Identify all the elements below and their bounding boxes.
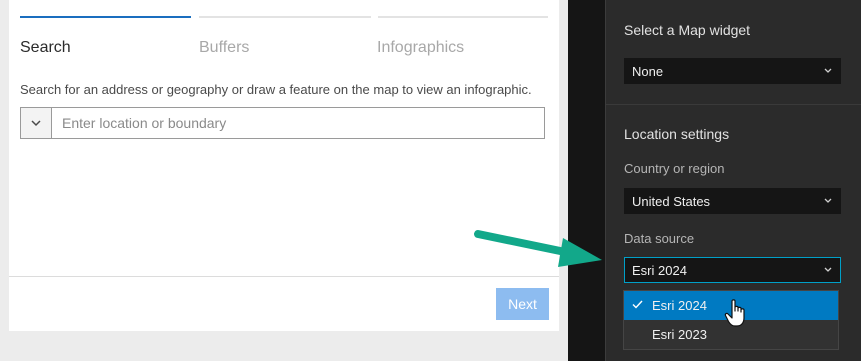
map-widget-value: None — [632, 63, 664, 79]
footer-divider — [9, 276, 559, 277]
country-value: United States — [632, 193, 711, 209]
data-source-value: Esri 2024 — [632, 262, 687, 278]
step-indicator-search — [20, 16, 191, 18]
check-icon — [632, 300, 643, 309]
location-settings-title: Location settings — [624, 126, 730, 142]
tab-search[interactable]: Search — [20, 39, 71, 57]
step-indicator-buffers — [199, 16, 371, 18]
search-input[interactable] — [62, 108, 532, 138]
location-search-box — [20, 107, 545, 139]
chevron-down-icon — [824, 198, 832, 203]
section-divider — [606, 104, 861, 105]
option-label: Esri 2024 — [652, 298, 707, 313]
map-widget-title: Select a Map widget — [624, 22, 751, 38]
search-description: Search for an address or geography or dr… — [20, 82, 532, 97]
hand-pointer-icon — [724, 299, 745, 327]
arrow-right-icon — [474, 230, 602, 267]
chevron-down-icon — [824, 267, 832, 272]
chevron-down-icon — [31, 120, 41, 127]
search-source-dropdown-button[interactable] — [21, 108, 52, 138]
option-label: Esri 2023 — [652, 327, 707, 342]
next-button[interactable]: Next — [496, 288, 549, 320]
map-widget-select[interactable]: None — [624, 58, 841, 84]
data-source-label: Data source — [624, 231, 695, 246]
country-select[interactable]: United States — [624, 188, 841, 214]
step-indicator-infographics — [378, 16, 548, 18]
tab-infographics[interactable]: Infographics — [377, 39, 464, 57]
infographic-wizard-panel: Search Buffers Infographics Search for a… — [9, 0, 559, 331]
country-label: Country or region — [624, 161, 725, 176]
tab-buffers[interactable]: Buffers — [199, 39, 249, 57]
chevron-down-icon — [824, 68, 832, 73]
data-source-select[interactable]: Esri 2024 — [624, 257, 841, 283]
